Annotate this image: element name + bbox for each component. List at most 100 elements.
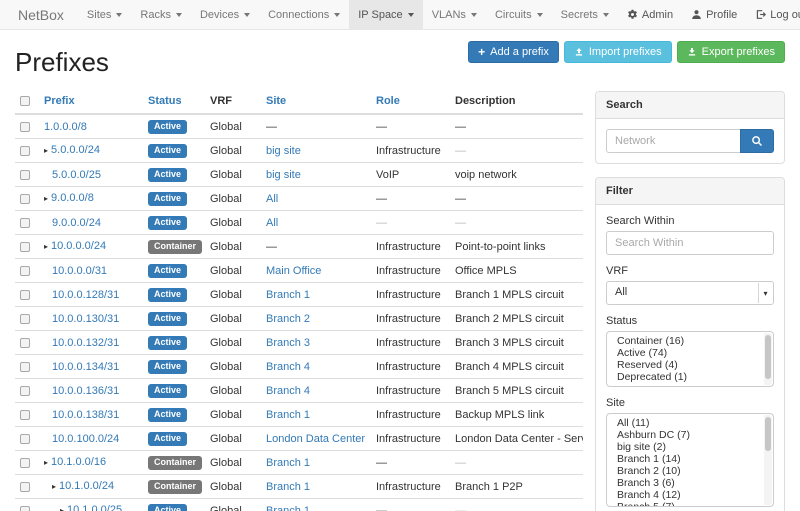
row-checkbox[interactable] <box>20 314 30 324</box>
export-prefixes-button[interactable]: Export prefixes <box>677 41 785 63</box>
import-prefixes-button[interactable]: Import prefixes <box>564 41 672 63</box>
site-scrollbar-thumb[interactable] <box>765 417 771 451</box>
nav-profile[interactable]: Profile <box>682 0 746 29</box>
status-badge[interactable]: Active <box>148 288 187 302</box>
select-all-checkbox[interactable] <box>20 96 30 106</box>
prefix-link[interactable]: 10.1.0.0/25 <box>67 504 122 511</box>
site-link[interactable]: Branch 1 <box>266 409 310 421</box>
site-listbox[interactable]: All (11)Ashburn DC (7)big site (2)Branch… <box>606 413 774 507</box>
status-option[interactable]: Container (16) <box>607 335 773 347</box>
site-link[interactable]: Branch 1 <box>266 457 310 469</box>
row-checkbox[interactable] <box>20 434 30 444</box>
prefix-link[interactable]: 10.0.0.130/31 <box>52 313 119 325</box>
search-button[interactable] <box>740 129 774 153</box>
sort-header-role[interactable]: Role <box>376 95 400 107</box>
status-badge[interactable]: Active <box>148 432 187 446</box>
status-option[interactable]: Deprecated (1) <box>607 371 773 383</box>
nav-item-sites[interactable]: Sites <box>78 0 131 29</box>
prefix-link[interactable]: 10.0.0.132/31 <box>52 337 119 349</box>
site-link[interactable]: London Data Center <box>266 433 365 445</box>
site-link[interactable]: Branch 4 <box>266 361 310 373</box>
status-badge[interactable]: Active <box>148 384 187 398</box>
site-link[interactable]: All <box>266 193 278 205</box>
site-option[interactable]: Branch 4 (12) <box>607 489 773 501</box>
row-checkbox[interactable] <box>20 146 30 156</box>
status-badge[interactable]: Active <box>148 336 187 350</box>
site-option[interactable]: Branch 1 (14) <box>607 453 773 465</box>
row-checkbox[interactable] <box>20 290 30 300</box>
site-option[interactable]: Branch 5 (7) <box>607 501 773 507</box>
row-checkbox[interactable] <box>20 362 30 372</box>
status-badge[interactable]: Active <box>148 504 187 511</box>
status-badge[interactable]: Active <box>148 168 187 182</box>
site-link[interactable]: big site <box>266 169 301 181</box>
status-option[interactable]: Active (74) <box>607 347 773 359</box>
prefix-link[interactable]: 9.0.0.0/24 <box>52 217 101 229</box>
prefix-link[interactable]: 10.0.0.0/31 <box>52 265 107 277</box>
site-link[interactable]: Branch 2 <box>266 313 310 325</box>
site-link[interactable]: Branch 1 <box>266 481 310 493</box>
row-checkbox[interactable] <box>20 266 30 276</box>
site-option[interactable]: All (11) <box>607 417 773 429</box>
sort-header-site[interactable]: Site <box>266 95 286 107</box>
prefix-link[interactable]: 9.0.0.0/8 <box>51 192 94 204</box>
nav-item-circuits[interactable]: Circuits <box>486 0 552 29</box>
vrf-select[interactable]: All ▾ <box>606 281 774 305</box>
row-checkbox[interactable] <box>20 170 30 180</box>
site-link[interactable]: Branch 4 <box>266 385 310 397</box>
nav-logout[interactable]: Log out <box>746 0 800 29</box>
row-checkbox[interactable] <box>20 338 30 348</box>
status-badge[interactable]: Active <box>148 408 187 422</box>
site-link[interactable]: Main Office <box>266 265 321 277</box>
prefix-link[interactable]: 5.0.0.0/25 <box>52 169 101 181</box>
status-option[interactable]: Reserved (4) <box>607 359 773 371</box>
prefix-link[interactable]: 1.0.0.0/8 <box>44 121 87 133</box>
site-option[interactable]: Branch 2 (10) <box>607 465 773 477</box>
nav-item-ip-space[interactable]: IP Space <box>349 0 422 29</box>
prefix-link[interactable]: 10.0.0.136/31 <box>52 385 119 397</box>
status-badge[interactable]: Active <box>148 192 187 206</box>
row-checkbox[interactable] <box>20 218 30 228</box>
prefix-link[interactable]: 10.0.0.134/31 <box>52 361 119 373</box>
status-badge[interactable]: Active <box>148 216 187 230</box>
row-checkbox[interactable] <box>20 242 30 252</box>
nav-item-devices[interactable]: Devices <box>191 0 259 29</box>
prefix-link[interactable]: 10.1.0.0/16 <box>51 456 106 468</box>
row-checkbox[interactable] <box>20 482 30 492</box>
site-link[interactable]: Branch 3 <box>266 337 310 349</box>
row-checkbox[interactable] <box>20 194 30 204</box>
brand-logo[interactable]: NetBox <box>14 0 78 29</box>
sort-header-prefix[interactable]: Prefix <box>44 95 75 107</box>
search-within-input[interactable] <box>606 231 774 255</box>
status-badge[interactable]: Active <box>148 144 187 158</box>
site-link[interactable]: big site <box>266 145 301 157</box>
status-scrollbar-thumb[interactable] <box>765 335 771 379</box>
row-checkbox[interactable] <box>20 410 30 420</box>
status-badge[interactable]: Active <box>148 120 187 134</box>
site-link[interactable]: All <box>266 217 278 229</box>
row-checkbox[interactable] <box>20 386 30 396</box>
site-option[interactable]: big site (2) <box>607 441 773 453</box>
site-option[interactable]: Branch 3 (6) <box>607 477 773 489</box>
search-input[interactable] <box>606 129 740 153</box>
prefix-link[interactable]: 10.0.0.128/31 <box>52 289 119 301</box>
prefix-link[interactable]: 5.0.0.0/24 <box>51 144 100 156</box>
sort-header-status[interactable]: Status <box>148 95 182 107</box>
prefix-link[interactable]: 10.1.0.0/24 <box>59 480 114 492</box>
row-checkbox[interactable] <box>20 458 30 468</box>
nav-item-racks[interactable]: Racks <box>131 0 191 29</box>
nav-item-connections[interactable]: Connections <box>259 0 349 29</box>
status-badge[interactable]: Active <box>148 312 187 326</box>
prefix-link[interactable]: 10.0.0.138/31 <box>52 409 119 421</box>
nav-admin[interactable]: Admin <box>618 0 682 29</box>
nav-item-vlans[interactable]: VLANs <box>423 0 486 29</box>
prefix-link[interactable]: 10.0.100.0/24 <box>52 433 119 445</box>
status-badge[interactable]: Active <box>148 264 187 278</box>
status-badge[interactable]: Container <box>148 240 202 254</box>
site-link[interactable]: Branch 1 <box>266 289 310 301</box>
add-prefix-button[interactable]: + Add a prefix <box>468 41 559 63</box>
prefix-link[interactable]: 10.0.0.0/24 <box>51 240 106 252</box>
status-badge[interactable]: Container <box>148 480 202 494</box>
nav-item-secrets[interactable]: Secrets <box>552 0 618 29</box>
site-option[interactable]: Ashburn DC (7) <box>607 429 773 441</box>
